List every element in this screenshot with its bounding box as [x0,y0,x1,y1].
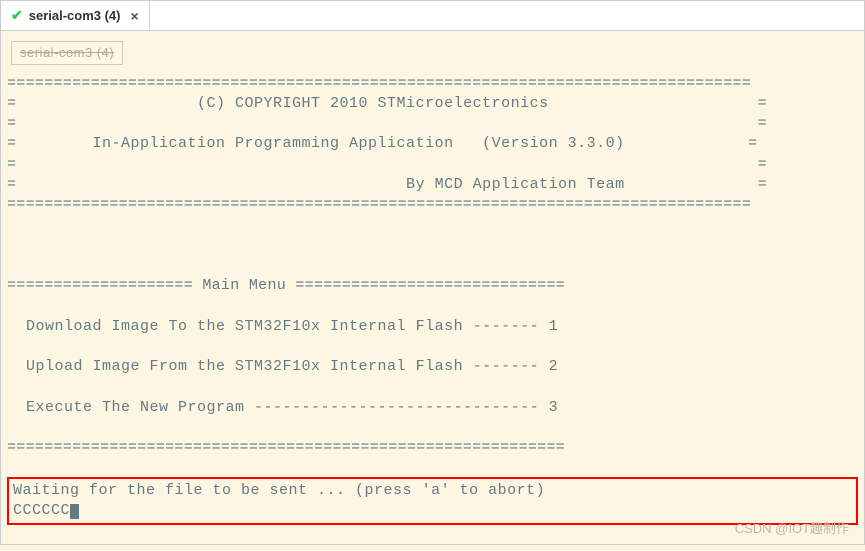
highlight-box: Waiting for the file to be sent ... (pre… [7,477,858,526]
menu-item-download: Download Image To the STM32F10x Internal… [7,318,558,335]
menu-item-upload: Upload Image From the STM32F10x Internal… [7,358,558,375]
tab-bar: ✔ serial-com3 (4) × [1,1,864,31]
menu-item-execute: Execute The New Program ----------------… [7,399,558,416]
divider-top: ========================================… [7,75,751,92]
blank-side-line: = = [7,115,767,132]
echo-chars: CCCCCC [13,502,70,519]
divider-bottom: ========================================… [7,196,751,213]
tab-serial-com3[interactable]: ✔ serial-com3 (4) × [1,1,150,30]
menu-footer: ========================================… [7,439,565,456]
cursor-icon [70,504,79,519]
app-line: = In-Application Programming Application… [7,135,758,152]
menu-header: ==================== Main Menu =========… [7,277,565,294]
waiting-line: Waiting for the file to be sent ... (pre… [13,482,545,499]
team-line: = By MCD Application Team = [7,176,767,193]
ghost-tooltip: serial-com3 (4) [11,41,123,65]
blank-side-line: = = [7,156,767,173]
watermark: CSDN @IOT趣制作 [735,518,849,537]
check-icon: ✔ [11,7,23,24]
terminal-output: serial-com3 (4) ========================… [1,31,864,551]
copyright-line: = (C) COPYRIGHT 2010 STMicroelectronics … [7,95,767,112]
tab-title: serial-com3 (4) [29,8,121,23]
close-icon[interactable]: × [131,8,139,24]
